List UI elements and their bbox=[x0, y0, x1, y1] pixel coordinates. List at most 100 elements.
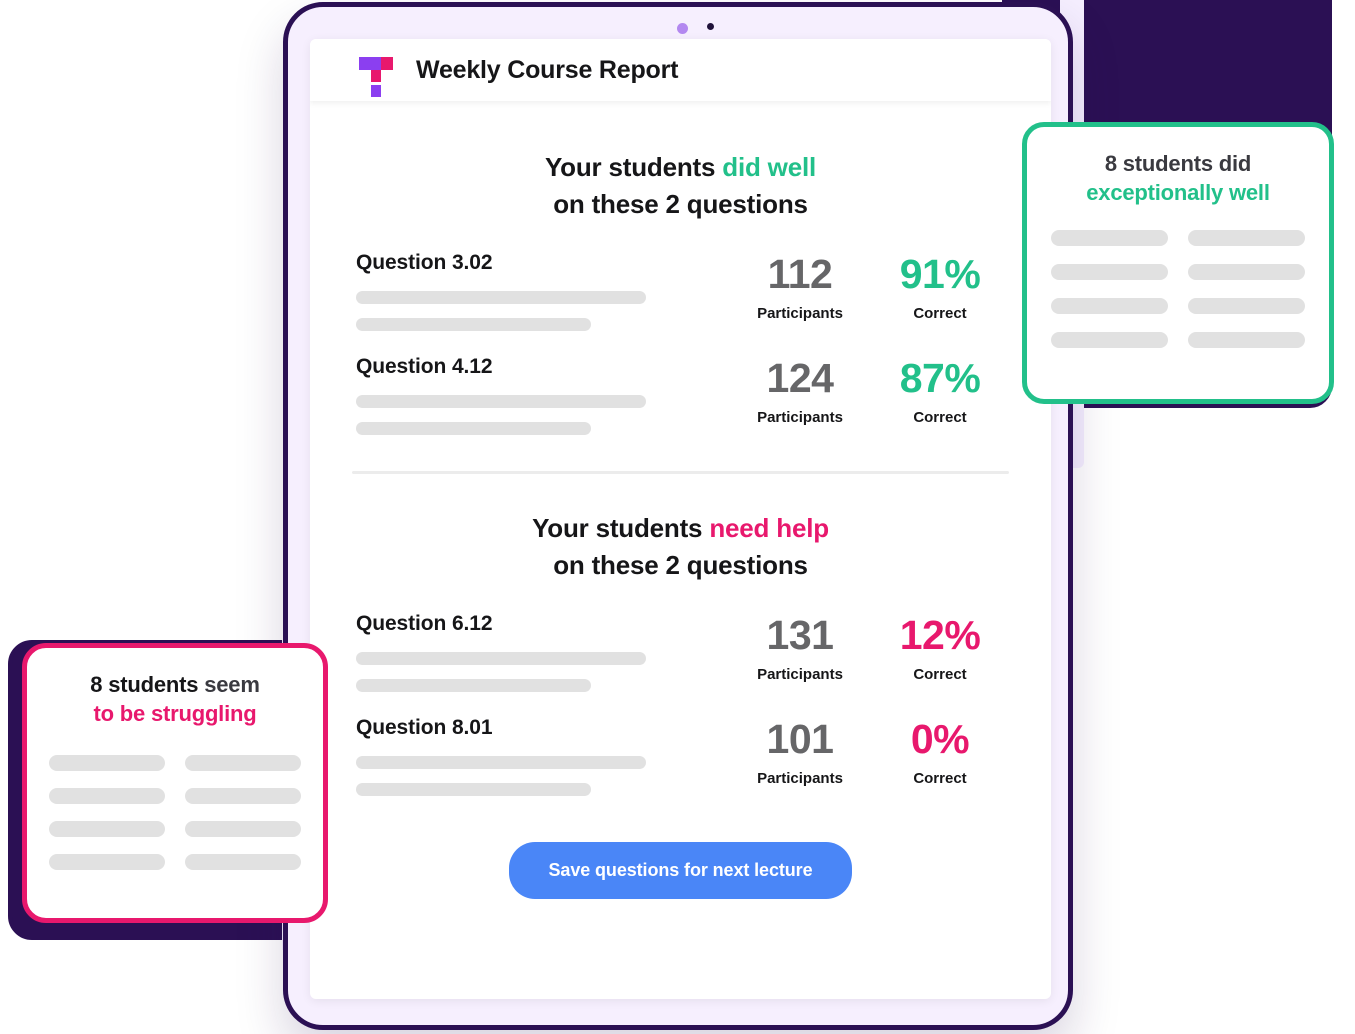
participants-value: 131 bbox=[766, 611, 834, 658]
section-need-help: Your students need help on these 2 quest… bbox=[310, 510, 1051, 802]
question-text-placeholder-line bbox=[356, 678, 591, 692]
student-placeholder-row bbox=[1188, 229, 1305, 246]
correct-stat: 12% Correct bbox=[875, 610, 1005, 683]
question-row[interactable]: Question 8.01 101 Participants 0% Correc… bbox=[356, 698, 1005, 802]
participants-caption: Participants bbox=[757, 408, 843, 426]
student-placeholder-row bbox=[1051, 297, 1168, 314]
logo-bar-pink bbox=[381, 57, 393, 70]
question-info: Question 6.12 bbox=[356, 610, 725, 692]
question-info: Question 4.12 bbox=[356, 353, 725, 435]
section-did-well: Your students did well on these 2 questi… bbox=[310, 149, 1051, 441]
heading-highlight: did well bbox=[722, 152, 817, 182]
participants-stat: 131 Participants bbox=[725, 610, 875, 683]
participants-stat: 112 Participants bbox=[725, 249, 875, 322]
question-list-need-help: Question 6.12 131 Participants 12% Corre… bbox=[310, 594, 1051, 802]
card-exceptional-students[interactable]: 8 students did exceptionally well bbox=[1022, 122, 1334, 404]
correct-caption: Correct bbox=[913, 665, 967, 683]
question-text-placeholder-line bbox=[356, 651, 646, 665]
screenshot-stage: Weekly Course Report Your students did w… bbox=[0, 0, 1355, 1034]
tablet-device-frame: Weekly Course Report Your students did w… bbox=[283, 2, 1073, 1030]
question-info: Question 8.01 bbox=[356, 714, 725, 796]
student-placeholder-row bbox=[49, 853, 165, 870]
logo-stem-purple bbox=[371, 85, 381, 97]
correct-stat: 87% Correct bbox=[875, 353, 1005, 426]
student-placeholder-row bbox=[49, 754, 165, 771]
participants-value: 101 bbox=[766, 715, 834, 762]
question-row[interactable]: Question 4.12 124 Participants 87% Corre… bbox=[356, 337, 1005, 441]
question-text-placeholder-line bbox=[356, 755, 646, 769]
page-title: Weekly Course Report bbox=[416, 55, 679, 84]
correct-caption: Correct bbox=[913, 408, 967, 426]
tablet-top-bezel bbox=[288, 7, 1068, 39]
tophat-t-logo-icon bbox=[358, 52, 393, 97]
save-button-row: Save questions for next lecture bbox=[310, 841, 1051, 943]
report-body: Your students did well on these 2 questi… bbox=[310, 149, 1051, 943]
section-heading-did-well: Your students did well on these 2 questi… bbox=[310, 149, 1051, 223]
student-placeholder-row bbox=[49, 787, 165, 804]
question-row[interactable]: Question 6.12 131 Participants 12% Corre… bbox=[356, 594, 1005, 698]
tablet-screen: Weekly Course Report Your students did w… bbox=[310, 39, 1051, 999]
student-placeholder-row bbox=[1051, 331, 1168, 348]
heading-line2: on these 2 questions bbox=[553, 549, 808, 580]
card-title-line1-rest: seem bbox=[198, 672, 260, 697]
student-placeholder-row bbox=[1188, 297, 1305, 314]
correct-caption: Correct bbox=[913, 769, 967, 787]
correct-value: 91% bbox=[899, 250, 981, 297]
question-text-placeholder-line bbox=[356, 317, 591, 331]
heading-prefix: Your students bbox=[544, 152, 723, 182]
question-label: Question 8.01 bbox=[356, 715, 493, 739]
question-text-placeholder-line bbox=[356, 421, 591, 435]
participants-caption: Participants bbox=[757, 769, 843, 787]
card-title-line2: to be struggling bbox=[93, 701, 257, 727]
correct-value: 0% bbox=[910, 715, 970, 762]
card-title-line1: 8 students did bbox=[1104, 151, 1252, 176]
logo-stem-pink bbox=[371, 70, 381, 82]
question-text-placeholder-line bbox=[356, 394, 646, 408]
student-placeholder-row bbox=[185, 787, 301, 804]
participants-caption: Participants bbox=[757, 665, 843, 683]
logo-bar-purple bbox=[359, 57, 381, 70]
participants-value: 124 bbox=[766, 354, 834, 401]
question-text-placeholder-line bbox=[356, 782, 591, 796]
student-placeholder-grid bbox=[49, 754, 301, 870]
section-heading-need-help: Your students need help on these 2 quest… bbox=[310, 510, 1051, 584]
card-title-line2: exceptionally well bbox=[1086, 180, 1270, 206]
question-text-placeholder-line bbox=[356, 290, 646, 304]
correct-value: 87% bbox=[899, 354, 981, 401]
student-placeholder-row bbox=[1051, 229, 1168, 246]
card-title: 8 students seem to be struggling bbox=[49, 670, 301, 729]
correct-caption: Correct bbox=[913, 304, 967, 322]
participants-stat: 124 Participants bbox=[725, 353, 875, 426]
student-placeholder-row bbox=[185, 820, 301, 837]
student-placeholder-grid bbox=[1051, 229, 1305, 348]
participants-stat: 101 Participants bbox=[725, 714, 875, 787]
student-placeholder-row bbox=[1051, 263, 1168, 280]
student-placeholder-row bbox=[185, 754, 301, 771]
section-divider bbox=[352, 470, 1009, 474]
student-placeholder-row bbox=[1188, 263, 1305, 280]
heading-prefix: Your students bbox=[532, 512, 710, 543]
card-title: 8 students did exceptionally well bbox=[1051, 149, 1305, 208]
correct-value: 12% bbox=[899, 611, 981, 658]
indicator-dot-icon bbox=[677, 23, 688, 34]
heading-highlight: need help bbox=[709, 512, 829, 543]
correct-stat: 0% Correct bbox=[875, 714, 1005, 787]
participants-caption: Participants bbox=[757, 304, 843, 322]
student-placeholder-row bbox=[49, 820, 165, 837]
student-placeholder-row bbox=[1188, 331, 1305, 348]
card-title-line1-bold: 8 students bbox=[90, 672, 199, 697]
heading-line2: on these 2 questions bbox=[553, 188, 808, 219]
camera-dot-icon bbox=[707, 23, 714, 30]
question-label: Question 6.12 bbox=[356, 611, 493, 635]
question-label: Question 4.12 bbox=[356, 354, 493, 378]
question-row[interactable]: Question 3.02 112 Participants 91% Corre… bbox=[356, 233, 1005, 337]
correct-stat: 91% Correct bbox=[875, 249, 1005, 322]
save-questions-button[interactable]: Save questions for next lecture bbox=[508, 841, 853, 899]
card-struggling-students[interactable]: 8 students seem to be struggling bbox=[22, 643, 328, 923]
question-label: Question 3.02 bbox=[356, 250, 493, 274]
question-list-did-well: Question 3.02 112 Participants 91% Corre… bbox=[310, 233, 1051, 441]
question-info: Question 3.02 bbox=[356, 249, 725, 331]
participants-value: 112 bbox=[767, 250, 833, 297]
app-header: Weekly Course Report bbox=[310, 39, 1051, 101]
student-placeholder-row bbox=[185, 853, 301, 870]
